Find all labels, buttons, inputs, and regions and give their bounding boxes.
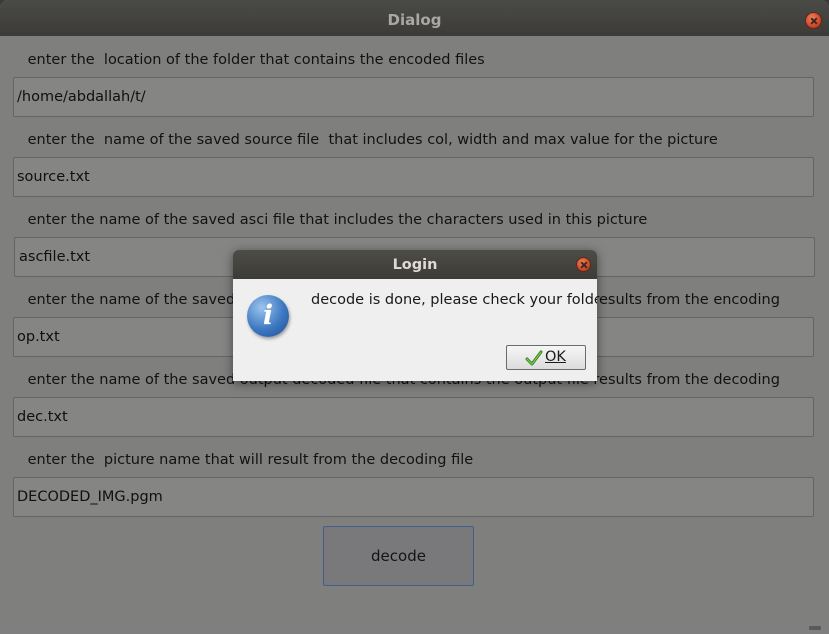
picture-name-label: enter the picture name that will result … <box>23 452 474 468</box>
source-file-input[interactable]: source.txt <box>13 157 814 197</box>
modal-close-icon[interactable] <box>576 257 591 272</box>
picture-name-input[interactable]: DECODED_IMG.pgm <box>13 477 814 517</box>
info-icon: i <box>247 295 289 337</box>
modal-title: Login <box>392 257 438 273</box>
window-close-icon[interactable] <box>805 12 822 29</box>
source-file-label: enter the name of the saved source file … <box>23 132 718 148</box>
window-title: Dialog <box>387 11 442 29</box>
asci-file-label: enter the name of the saved asci file th… <box>23 212 648 228</box>
folder-location-label: enter the location of the folder that co… <box>23 52 485 68</box>
modal-titlebar[interactable]: Login <box>233 250 597 279</box>
ok-button[interactable]: OK <box>506 345 586 370</box>
login-message-dialog: Login i decode is done, please check you… <box>233 250 597 381</box>
decoded-output-input[interactable]: dec.txt <box>13 397 814 437</box>
resize-grip[interactable] <box>809 626 821 630</box>
window-titlebar[interactable]: Dialog <box>0 0 829 36</box>
modal-message: decode is done, please check your folder <box>311 292 597 308</box>
decode-button[interactable]: decode <box>323 526 474 586</box>
ok-button-label: OK <box>545 349 566 365</box>
modal-body: i decode is done, please check your fold… <box>233 279 597 381</box>
checkmark-icon <box>525 350 543 366</box>
folder-location-input[interactable]: /home/abdallah/t/ <box>13 77 814 117</box>
